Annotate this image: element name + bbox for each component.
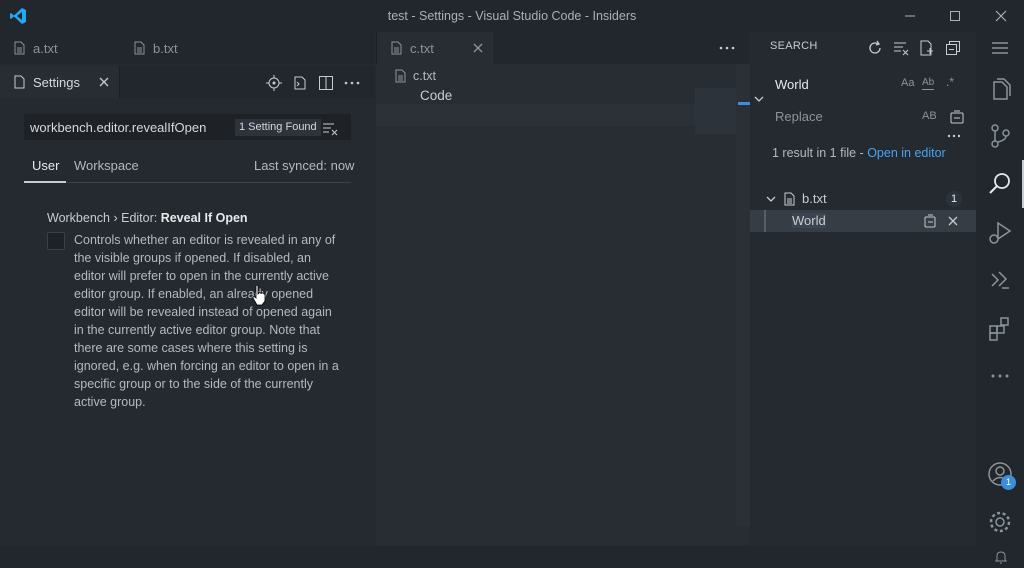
- extensions-icon[interactable]: [986, 314, 1014, 342]
- source-control-icon[interactable]: [986, 122, 1014, 150]
- editor-line: Code: [420, 88, 453, 103]
- tab-settings[interactable]: Settings: [0, 66, 120, 98]
- setting-description: Controls whether an editor is revealed i…: [74, 233, 339, 409]
- regex-icon[interactable]: .*: [946, 75, 954, 89]
- replace-all-icon[interactable]: [948, 108, 966, 126]
- maximize-button[interactable]: [932, 0, 978, 32]
- minimize-button[interactable]: [887, 0, 933, 32]
- breadcrumb[interactable]: c.txt: [413, 69, 436, 83]
- refresh-icon[interactable]: [866, 39, 884, 57]
- close-window-button[interactable]: [978, 0, 1024, 32]
- dismiss-match-icon[interactable]: [946, 214, 960, 228]
- match-whole-word-icon[interactable]: Ab: [922, 77, 935, 90]
- sync-status: Last synced: now: [254, 158, 355, 173]
- tab-label: a.txt: [33, 40, 58, 56]
- divider: [24, 182, 351, 183]
- preserve-case-icon[interactable]: AB: [922, 110, 937, 122]
- open-json-icon[interactable]: [291, 74, 309, 92]
- replace-placeholder: Replace: [775, 109, 823, 124]
- collapse-all-icon[interactable]: [944, 39, 962, 57]
- file-icon: [12, 75, 26, 89]
- close-icon[interactable]: [471, 41, 485, 55]
- tab-b-txt[interactable]: b.txt: [120, 32, 240, 64]
- tab-user[interactable]: User: [32, 158, 59, 182]
- tab-label: b.txt: [153, 40, 178, 56]
- active-tab-indicator: [24, 181, 66, 183]
- editor-scrollbar[interactable]: [736, 64, 750, 526]
- search-header: SEARCH: [770, 40, 818, 52]
- window-title: test - Settings - Visual Studio Code - I…: [387, 9, 637, 23]
- match-text: World: [792, 213, 826, 228]
- toggle-replace-chevron-icon[interactable]: [752, 92, 766, 106]
- replace-match-icon[interactable]: [922, 213, 938, 229]
- result-file-name: b.txt: [802, 191, 827, 206]
- settings-search-value: workbench.editor.revealIfOpen: [30, 120, 207, 135]
- result-file-row[interactable]: b.txt 1: [750, 188, 976, 210]
- setting-name: Reveal If Open: [160, 211, 248, 225]
- tab-workspace[interactable]: Workspace: [74, 158, 139, 182]
- toggle-search-details-icon[interactable]: [946, 128, 962, 144]
- match-case-icon[interactable]: Aa: [901, 77, 914, 89]
- scrollbar-marker: [738, 102, 750, 105]
- more-views-icon[interactable]: [986, 362, 1014, 390]
- split-editor-icon[interactable]: [317, 74, 335, 92]
- reveal-if-open-checkbox[interactable]: [47, 232, 65, 250]
- file-icon: [782, 192, 796, 206]
- settings-found-badge: 1 Setting Found: [235, 119, 321, 136]
- manage-gear-icon[interactable]: [986, 508, 1014, 536]
- setting-category: Workbench › Editor:: [47, 211, 161, 225]
- run-debug-icon[interactable]: [986, 218, 1014, 246]
- result-match-row[interactable]: World: [750, 210, 976, 232]
- open-in-editor-link[interactable]: Open in editor: [867, 146, 946, 160]
- status-bar: [0, 546, 1024, 568]
- close-icon[interactable]: [97, 75, 111, 89]
- file-icon: [389, 41, 403, 55]
- remote-explorer-icon[interactable]: [986, 266, 1014, 294]
- tab-label: Settings: [33, 74, 80, 90]
- hand-cursor-icon: [251, 284, 267, 306]
- chevron-down-icon[interactable]: [764, 192, 778, 206]
- file-icon: [393, 69, 407, 83]
- results-summary: 1 result in 1 file - Open in editor: [772, 144, 967, 162]
- more-actions-icon[interactable]: [343, 74, 361, 92]
- tab-a-txt[interactable]: a.txt: [0, 32, 120, 64]
- result-count-badge: 1: [946, 191, 962, 207]
- menu-icon[interactable]: [986, 34, 1014, 62]
- more-actions-icon[interactable]: [718, 39, 736, 57]
- notifications-bell-icon[interactable]: [994, 549, 1008, 565]
- search-icon[interactable]: [986, 170, 1014, 198]
- settings-search-input[interactable]: workbench.editor.revealIfOpen 1 Setting …: [24, 114, 351, 140]
- clear-filter-icon[interactable]: [322, 120, 338, 136]
- minimap[interactable]: [695, 88, 736, 134]
- clear-results-icon[interactable]: [892, 39, 910, 57]
- current-line-highlight: [376, 104, 736, 126]
- file-icon: [12, 41, 26, 55]
- tab-label: c.txt: [410, 40, 434, 56]
- editor-content[interactable]: [376, 64, 750, 546]
- open-settings-json-icon[interactable]: [265, 74, 283, 92]
- new-search-editor-icon[interactable]: [918, 39, 936, 57]
- tree-indent-guide: [764, 210, 766, 232]
- results-count: 1 result in 1 file -: [772, 146, 868, 160]
- tab-c-txt[interactable]: c.txt: [377, 32, 493, 64]
- explorer-icon[interactable]: [986, 75, 1014, 103]
- file-icon: [132, 41, 146, 55]
- accounts-badge: 1: [1001, 475, 1016, 490]
- search-value: World: [775, 77, 809, 92]
- setting-title: Workbench › Editor: Reveal If Open: [47, 211, 248, 225]
